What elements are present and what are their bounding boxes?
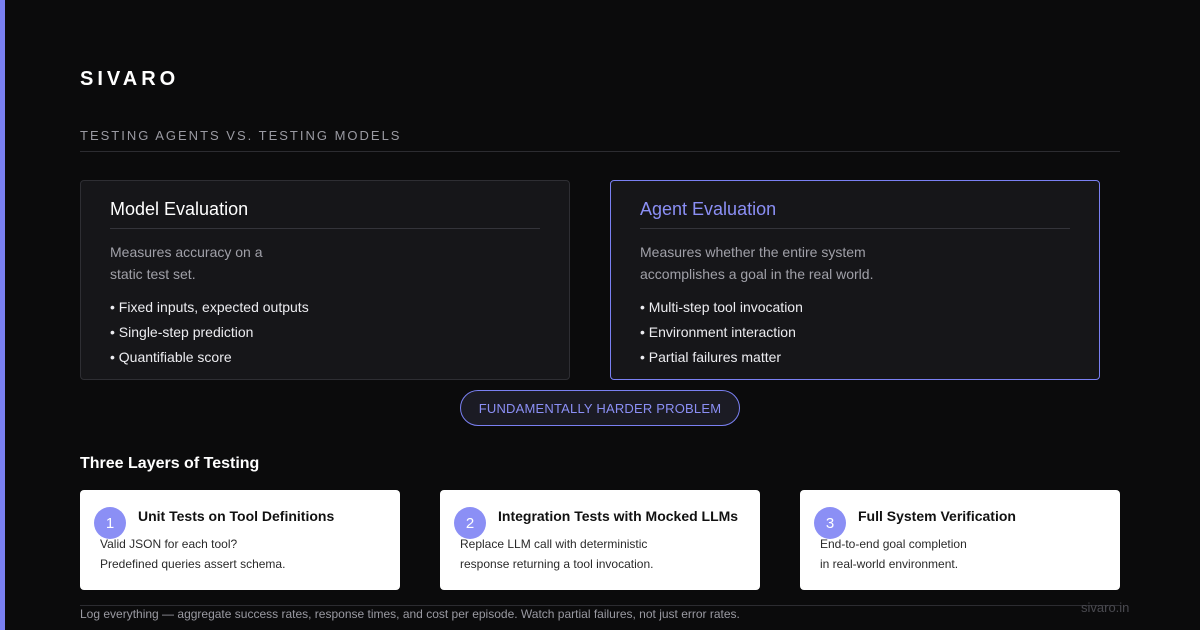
header-divider <box>80 151 1120 152</box>
model-evaluation-bullets: Fixed inputs, expected outputs Single-st… <box>110 295 309 370</box>
layer-title: Unit Tests on Tool Definitions <box>138 508 335 524</box>
layer-description-line: End-to-end goal completion <box>820 537 967 551</box>
layer-card-full-system: 3 Full System Verification End-to-end go… <box>800 490 1120 590</box>
model-evaluation-description: Measures accuracy on a static test set. <box>110 241 410 285</box>
description-line: Measures whether the entire system <box>640 244 866 260</box>
layer-description-line: Replace LLM call with deterministic <box>460 537 648 551</box>
site-url: sivaro.in <box>1081 600 1130 615</box>
footer-note: Log everything — aggregate success rates… <box>80 607 740 621</box>
agent-evaluation-card: Agent Evaluation Measures whether the en… <box>610 180 1100 380</box>
description-line: Measures accuracy on a <box>110 244 263 260</box>
layer-card-integration-tests: 2 Integration Tests with Mocked LLMs Rep… <box>440 490 760 590</box>
bullet-item: Environment interaction <box>640 320 803 345</box>
bullet-item: Single-step prediction <box>110 320 309 345</box>
layer-description: End-to-end goal completion in real-world… <box>820 534 1110 574</box>
layer-description-line: Valid JSON for each tool? <box>100 537 238 551</box>
agent-evaluation-title: Agent Evaluation <box>640 199 777 219</box>
card-divider <box>110 228 540 229</box>
layers-heading: Three Layers of Testing <box>80 455 260 472</box>
layer-card-unit-tests: 1 Unit Tests on Tool Definitions Valid J… <box>80 490 400 590</box>
model-evaluation-card: Model Evaluation Measures accuracy on a … <box>80 180 570 380</box>
layer-description-line: Predefined queries assert schema. <box>100 557 286 571</box>
layer-description-line: response returning a tool invocation. <box>460 557 654 571</box>
agent-evaluation-description: Measures whether the entire system accom… <box>640 241 940 285</box>
layer-description: Valid JSON for each tool? Predefined que… <box>100 534 390 574</box>
description-line: accomplishes a goal in the real world. <box>640 266 874 282</box>
layer-description: Replace LLM call with deterministic resp… <box>460 534 750 574</box>
bullet-item: Quantifiable score <box>110 345 309 370</box>
layer-description-line: in real-world environment. <box>820 557 959 571</box>
bullet-item: Fixed inputs, expected outputs <box>110 295 309 320</box>
model-evaluation-title: Model Evaluation <box>110 199 249 219</box>
harder-problem-pill: FUNDAMENTALLY HARDER PROBLEM <box>460 390 740 426</box>
card-divider <box>640 228 1070 229</box>
page-subtitle: TESTING AGENTS VS. TESTING MODELS <box>80 128 402 143</box>
layer-title: Integration Tests with Mocked LLMs <box>498 508 739 524</box>
left-accent-bar <box>0 0 5 630</box>
bullet-item: Partial failures matter <box>640 345 803 370</box>
brand-logo: SIVARO <box>80 68 180 90</box>
layer-title: Full System Verification <box>858 508 1016 524</box>
bullet-item: Multi-step tool invocation <box>640 295 803 320</box>
description-line: static test set. <box>110 266 196 282</box>
agent-evaluation-bullets: Multi-step tool invocation Environment i… <box>640 295 803 370</box>
footer-divider <box>80 605 1120 606</box>
